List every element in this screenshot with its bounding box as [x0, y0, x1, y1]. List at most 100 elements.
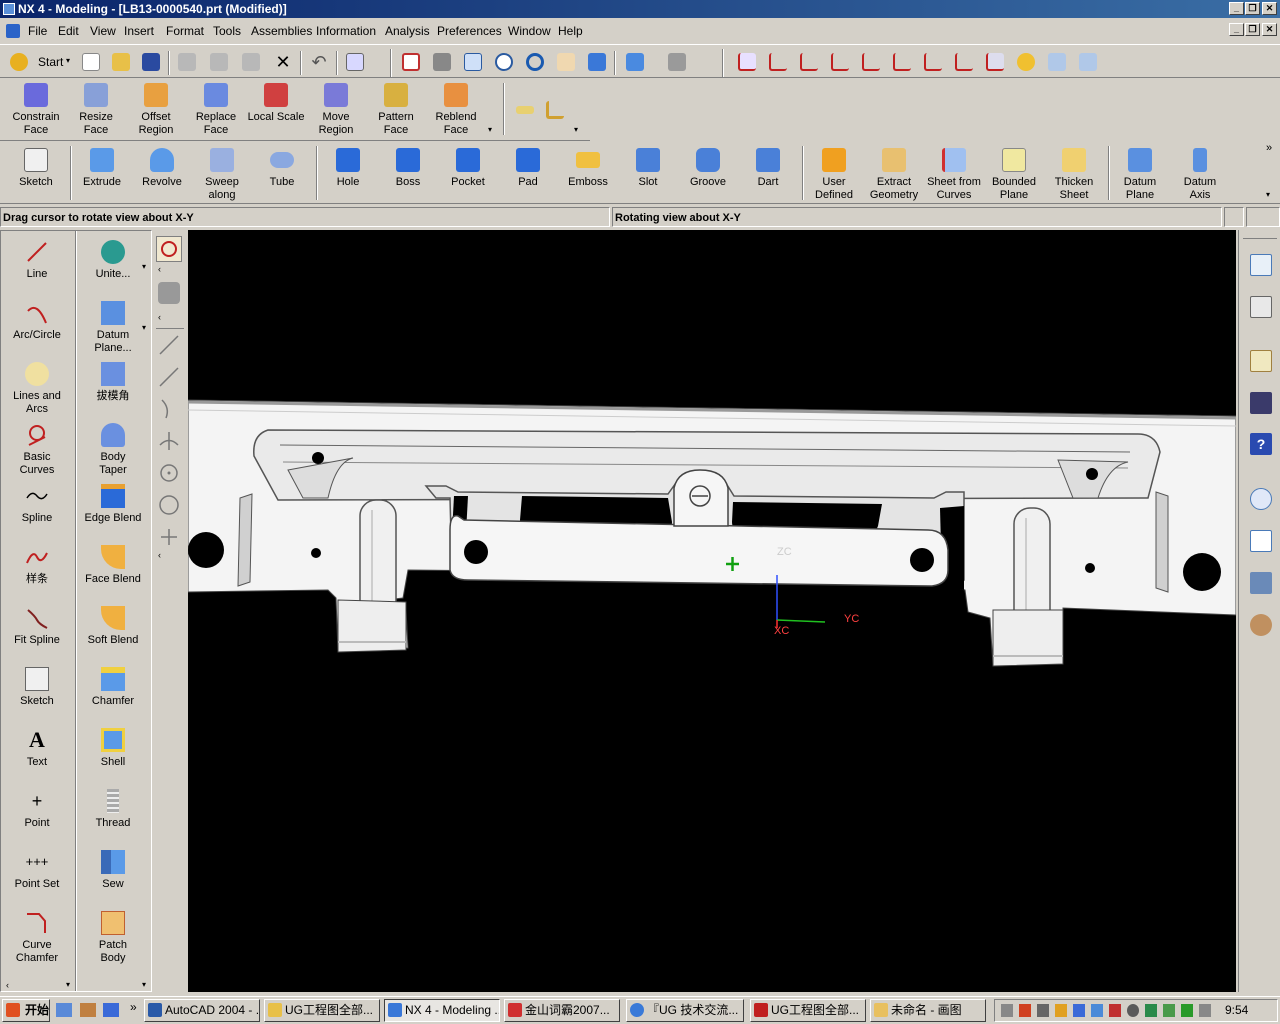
nx-app-icon[interactable]: [3, 3, 15, 15]
chevron-down-icon[interactable]: ▾: [574, 125, 578, 134]
tube-button[interactable]: Tube: [252, 148, 312, 189]
pocket-button[interactable]: Pocket: [438, 148, 498, 189]
palette-fit-spline-button[interactable]: Fit Spline: [1, 606, 73, 647]
graphics-viewport[interactable]: ZC YC XC: [188, 230, 1236, 992]
emboss-button[interactable]: Emboss: [558, 148, 618, 189]
palette-basic-curves-button[interactable]: Basic Curves: [1, 423, 73, 477]
task-pdf[interactable]: UG工程图全部...: [750, 999, 866, 1022]
extrude-button[interactable]: Extrude: [72, 148, 132, 189]
quicklaunch-overflow-icon[interactable]: »: [130, 1000, 137, 1014]
doc-restore-button[interactable]: ❐: [1245, 23, 1260, 36]
wcs-yc-button[interactable]: [951, 49, 977, 75]
web-browser-icon[interactable]: [1250, 350, 1272, 372]
menu-tools[interactable]: Tools: [213, 20, 241, 42]
chevron-down-icon[interactable]: ▾: [142, 262, 146, 271]
palette-draft-button[interactable]: 拔模角: [77, 362, 149, 403]
palette-patch-body-button[interactable]: Patch Body: [77, 911, 149, 965]
thicken-sheet-button[interactable]: Thicken Sheet: [1044, 148, 1104, 202]
palette-soft-blend-button[interactable]: Soft Blend: [77, 606, 149, 647]
wcs-tool-a-button[interactable]: [1044, 49, 1070, 75]
task-nx[interactable]: NX 4 - Modeling ...: [384, 999, 500, 1022]
menu-view[interactable]: View: [90, 20, 116, 42]
start-button[interactable]: Start ▾: [6, 49, 76, 75]
rendering-style-button[interactable]: [622, 49, 648, 75]
undo-button[interactable]: ↶: [306, 49, 332, 75]
pattern-face-button[interactable]: Pattern Face: [366, 83, 426, 137]
measure-distance-button[interactable]: [512, 97, 538, 123]
wcs-absolute-button[interactable]: [889, 49, 915, 75]
palette-spline-button[interactable]: Spline: [1, 484, 73, 525]
resize-face-button[interactable]: Resize Face: [66, 83, 126, 137]
select-button[interactable]: [156, 236, 182, 262]
perspective-button[interactable]: [584, 49, 610, 75]
menu-edit[interactable]: Edit: [58, 20, 79, 42]
scroll-left-icon[interactable]: ‹: [6, 980, 9, 990]
task-browser[interactable]: 『UG 技术交流...: [626, 999, 744, 1022]
task-paint[interactable]: 未命名 - 画图: [870, 999, 986, 1022]
fit-button[interactable]: [398, 49, 424, 75]
tray-keyboard-icon[interactable]: [1001, 1004, 1013, 1017]
sketch-button[interactable]: Sketch: [6, 148, 66, 189]
tray-update-icon[interactable]: [1145, 1004, 1157, 1017]
open-button[interactable]: [108, 49, 134, 75]
assembly-navigator-icon[interactable]: [1250, 254, 1272, 276]
paste-button[interactable]: [238, 49, 264, 75]
wcs-dynamics-button[interactable]: [734, 49, 760, 75]
reblend-face-button[interactable]: Reblend Face: [426, 83, 486, 137]
save-button[interactable]: [138, 49, 164, 75]
tray-messenger-icon[interactable]: [1055, 1004, 1067, 1017]
scroll-left-icon[interactable]: ‹: [158, 264, 161, 274]
history-icon[interactable]: [1250, 488, 1272, 510]
snap-point-button[interactable]: [158, 526, 180, 551]
task-dictionary[interactable]: 金山词霸2007...: [504, 999, 620, 1022]
menu-help[interactable]: Help: [558, 20, 583, 42]
snap-line2-button[interactable]: [158, 366, 180, 391]
sheet-from-curves-button[interactable]: Sheet from Curves: [924, 148, 984, 202]
chevron-down-icon[interactable]: ▾: [1266, 190, 1270, 199]
boss-button[interactable]: Boss: [378, 148, 438, 189]
view-orient-button[interactable]: [664, 49, 690, 75]
minimize-button[interactable]: _: [1229, 2, 1244, 15]
maximize-button[interactable]: ❐: [1245, 2, 1260, 15]
offset-region-button[interactable]: Offset Region: [126, 83, 186, 137]
quicklaunch-ie-icon[interactable]: [103, 1003, 119, 1017]
wcs-tool-b-button[interactable]: [1075, 49, 1101, 75]
palette-point-button[interactable]: + Point: [1, 789, 73, 830]
zoom-button[interactable]: [460, 49, 486, 75]
tray-security-icon[interactable]: [1163, 1004, 1175, 1017]
tray-umbrella-icon[interactable]: [1181, 1004, 1193, 1017]
tray-network-icon[interactable]: [1073, 1004, 1085, 1017]
quick-pick-button[interactable]: [158, 282, 180, 304]
slot-button[interactable]: Slot: [618, 148, 678, 189]
snap-line-button[interactable]: [158, 334, 180, 359]
pan-button[interactable]: [553, 49, 579, 75]
palette-sketch-button[interactable]: Sketch: [1, 667, 73, 708]
measure-angle-button[interactable]: [542, 97, 568, 123]
roles-icon[interactable]: [1250, 614, 1272, 636]
tray-printer-icon[interactable]: [1037, 1004, 1049, 1017]
zoom-in-button[interactable]: [491, 49, 517, 75]
palette-thread-button[interactable]: Thread: [77, 789, 149, 830]
pad-button[interactable]: Pad: [498, 148, 558, 189]
rotate-button[interactable]: [522, 49, 548, 75]
palette-curve-chamfer-button[interactable]: Curve Chamfer: [1, 911, 73, 965]
cut-button[interactable]: [174, 49, 200, 75]
scroll-left-icon[interactable]: ‹: [158, 312, 161, 322]
wcs-origin-button[interactable]: [765, 49, 791, 75]
info-button[interactable]: [342, 49, 368, 75]
new-button[interactable]: [78, 49, 104, 75]
palette-icon[interactable]: [1250, 530, 1272, 552]
palette-line-button[interactable]: Line: [1, 240, 73, 281]
palette-chamfer-button[interactable]: Chamfer: [77, 667, 149, 708]
chevron-down-icon[interactable]: ▾: [142, 980, 146, 989]
palette-face-blend-button[interactable]: Face Blend: [77, 545, 149, 586]
document-icon[interactable]: [6, 24, 20, 38]
dart-button[interactable]: Dart: [738, 148, 798, 189]
datum-plane-button[interactable]: Datum Plane: [1110, 148, 1170, 202]
palette-body-taper-button[interactable]: Body Taper: [77, 423, 149, 477]
snap-intersect-button[interactable]: [158, 430, 180, 455]
task-autocad[interactable]: AutoCAD 2004 - ...: [144, 999, 260, 1022]
palette-studio-spline-button[interactable]: 样条: [1, 545, 73, 586]
menu-preferences[interactable]: Preferences: [437, 20, 502, 42]
hole-button[interactable]: Hole: [318, 148, 378, 189]
